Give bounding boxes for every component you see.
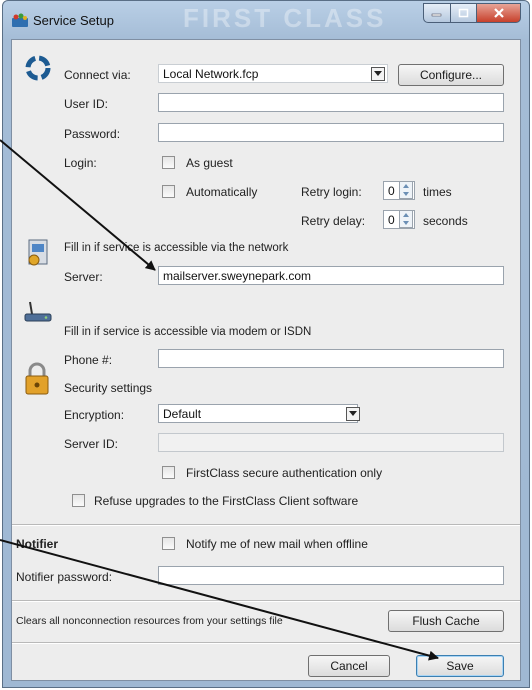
cancel-button[interactable]: Cancel [308, 655, 390, 677]
chevron-down-icon [349, 411, 357, 416]
encryption-value: Default [163, 407, 202, 421]
login-label: Login: [64, 156, 97, 170]
connection-icon [25, 55, 51, 81]
automatically-label: Automatically [186, 185, 258, 199]
connect-via-value: Local Network.fcp [163, 67, 259, 81]
close-button[interactable] [477, 3, 521, 23]
notify-offline-checkbox[interactable] [162, 537, 175, 550]
maximize-icon [458, 8, 468, 18]
network-hint: Fill in if service is accessible via the… [64, 242, 289, 254]
notifier-heading: Notifier [16, 537, 58, 551]
configure-button[interactable]: Configure... [398, 64, 504, 86]
as-guest-label: As guest [186, 156, 233, 170]
server-field[interactable]: mailserver.sweynepark.com [158, 266, 504, 285]
password-field[interactable] [158, 123, 504, 142]
encryption-dropdown-button[interactable] [346, 407, 360, 421]
server-label: Server: [64, 270, 103, 284]
watermark-logo: FIRST CLASS [183, 3, 387, 33]
notifier-password-label: Notifier password: [16, 570, 113, 584]
modem-icon [24, 301, 52, 322]
flush-cache-button[interactable]: Flush Cache [388, 610, 504, 632]
service-setup-window: Service Setup FIRST CLASS Connect via: L… [2, 0, 530, 688]
notifier-password-field[interactable] [158, 566, 504, 585]
phone-label: Phone #: [64, 353, 113, 367]
retry-login-unit: times [423, 185, 452, 199]
connect-via-label: Connect via: [64, 68, 131, 82]
secure-auth-checkbox[interactable] [162, 466, 175, 479]
as-guest-checkbox[interactable] [162, 156, 175, 169]
refuse-upgrades-label: Refuse upgrades to the FirstClass Client… [94, 494, 359, 508]
modem-hint: Fill in if service is accessible via mod… [64, 326, 312, 338]
encryption-label: Encryption: [64, 408, 125, 422]
retry-login-label: Retry login: [301, 185, 362, 199]
phone-field[interactable] [158, 349, 504, 368]
maximize-button[interactable] [451, 3, 477, 23]
retry-delay-label: Retry delay: [301, 214, 366, 228]
retry-login-spinner[interactable] [399, 181, 413, 199]
title-bar[interactable]: Service Setup FIRST CLASS [3, 1, 529, 39]
retry-delay-unit: seconds [423, 214, 468, 228]
close-icon [493, 8, 504, 18]
dialog-body: Connect via: Local Network.fcp Configure… [11, 39, 521, 681]
automatically-checkbox[interactable] [162, 185, 175, 198]
encryption-select[interactable]: Default [158, 404, 358, 423]
server-id-label: Server ID: [64, 437, 119, 451]
window-title: Service Setup [33, 13, 114, 28]
secure-auth-label: FirstClass secure authentication only [186, 466, 383, 480]
notify-offline-label: Notify me of new mail when offline [186, 537, 368, 551]
chevron-down-icon [374, 71, 382, 76]
security-heading: Security settings [64, 381, 153, 395]
password-label: Password: [64, 127, 121, 141]
minimize-icon [431, 13, 442, 17]
user-id-label: User ID: [64, 97, 109, 111]
retry-delay-spinner[interactable] [399, 210, 413, 228]
footer-divider [12, 642, 520, 644]
connect-via-select[interactable]: Local Network.fcp [158, 64, 388, 83]
window-controls [423, 3, 521, 25]
server-id-field[interactable] [158, 433, 504, 452]
refuse-upgrades-checkbox[interactable] [72, 494, 85, 507]
minimize-button[interactable] [423, 3, 451, 23]
user-id-field[interactable] [158, 93, 504, 112]
firstclass-app-icon [12, 13, 28, 27]
network-server-icon [28, 239, 48, 266]
notifier-divider [12, 524, 520, 526]
lock-icon [25, 362, 49, 395]
connect-via-dropdown-button[interactable] [371, 67, 385, 81]
save-button[interactable]: Save [416, 655, 504, 677]
cache-divider [12, 600, 520, 602]
flush-cache-description: Clears all nonconnection resources from … [16, 615, 283, 627]
